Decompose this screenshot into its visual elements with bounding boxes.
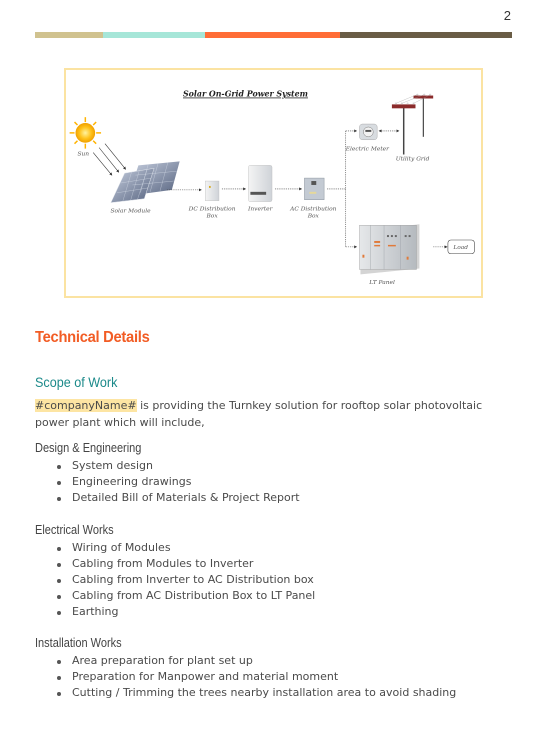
group-title: Design & Engineering xyxy=(35,441,142,455)
color-bar-segment xyxy=(35,32,103,38)
solar-module-icon xyxy=(110,161,180,203)
list-item: Preparation for Manpower and material mo… xyxy=(57,669,456,685)
page-number: 2 xyxy=(503,8,511,23)
item-list: Wiring of Modules Cabling from Modules t… xyxy=(35,540,315,620)
color-bar-segment xyxy=(103,32,205,38)
label-lt-panel: LT Panel xyxy=(368,280,395,286)
company-name-placeholder: #companyName# xyxy=(35,399,137,412)
diagram-svg: Solar On-Grid Power System Sun Solar Mod… xyxy=(69,90,475,286)
item-list: System design Engineering drawings Detai… xyxy=(35,458,300,506)
label-ac-box-1: AC Distribution xyxy=(289,207,337,213)
list-item: Cabling from Modules to Inverter xyxy=(57,556,315,572)
header-color-bar xyxy=(35,32,512,38)
label-utility-grid: Utility Grid xyxy=(396,156,430,162)
diagram-title: Solar On-Grid Power System xyxy=(183,90,308,99)
inverter-icon xyxy=(248,165,273,202)
label-sun: Sun xyxy=(77,151,89,157)
lt-panel-icon xyxy=(359,224,420,275)
utility-grid-icon xyxy=(391,93,434,155)
list-item: Cutting / Trimming the trees nearby inst… xyxy=(57,685,456,701)
intro-paragraph: #companyName# is providing the Turnkey s… xyxy=(35,397,505,431)
color-bar-segment xyxy=(340,32,512,38)
label-inverter: Inverter xyxy=(247,207,274,213)
label-solar-module: Solar Module xyxy=(110,208,151,214)
subsection-title: Scope of Work xyxy=(35,374,118,390)
list-item: Cabling from Inverter to AC Distribution… xyxy=(57,572,315,588)
ac-distribution-box-icon xyxy=(304,177,325,200)
sun-icon xyxy=(69,117,102,149)
group-title: Installation Works xyxy=(35,636,122,650)
list-item: System design xyxy=(57,458,300,474)
group-title: Electrical Works xyxy=(35,523,114,537)
color-bar-segment xyxy=(205,32,340,38)
label-load: Load xyxy=(452,245,468,251)
dc-distribution-box-icon xyxy=(205,180,220,201)
list-item: Detailed Bill of Materials & Project Rep… xyxy=(57,490,300,506)
label-dc-box-1: DC Distribution xyxy=(188,207,236,213)
electric-meter-icon xyxy=(359,123,378,140)
label-ac-box-2: Box xyxy=(307,213,320,219)
list-item: Earthing xyxy=(57,604,315,620)
label-electric-meter: Electric Meter xyxy=(345,147,390,153)
solar-system-diagram: Solar On-Grid Power System Sun Solar Mod… xyxy=(64,68,483,298)
sunlight-arrows xyxy=(92,143,126,176)
list-item: Wiring of Modules xyxy=(57,540,315,556)
group-electrical-works: Electrical Works Wiring of Modules Cabli… xyxy=(35,523,315,620)
list-item: Engineering drawings xyxy=(57,474,300,490)
group-design-engineering: Design & Engineering System design Engin… xyxy=(35,441,300,506)
group-installation-works: Installation Works Area preparation for … xyxy=(35,636,456,701)
list-item: Area preparation for plant set up xyxy=(57,653,456,669)
label-dc-box-2: Box xyxy=(206,213,219,219)
list-item: Cabling from AC Distribution Box to LT P… xyxy=(57,588,315,604)
section-title: Technical Details xyxy=(35,329,150,346)
item-list: Area preparation for plant set up Prepar… xyxy=(35,653,456,701)
